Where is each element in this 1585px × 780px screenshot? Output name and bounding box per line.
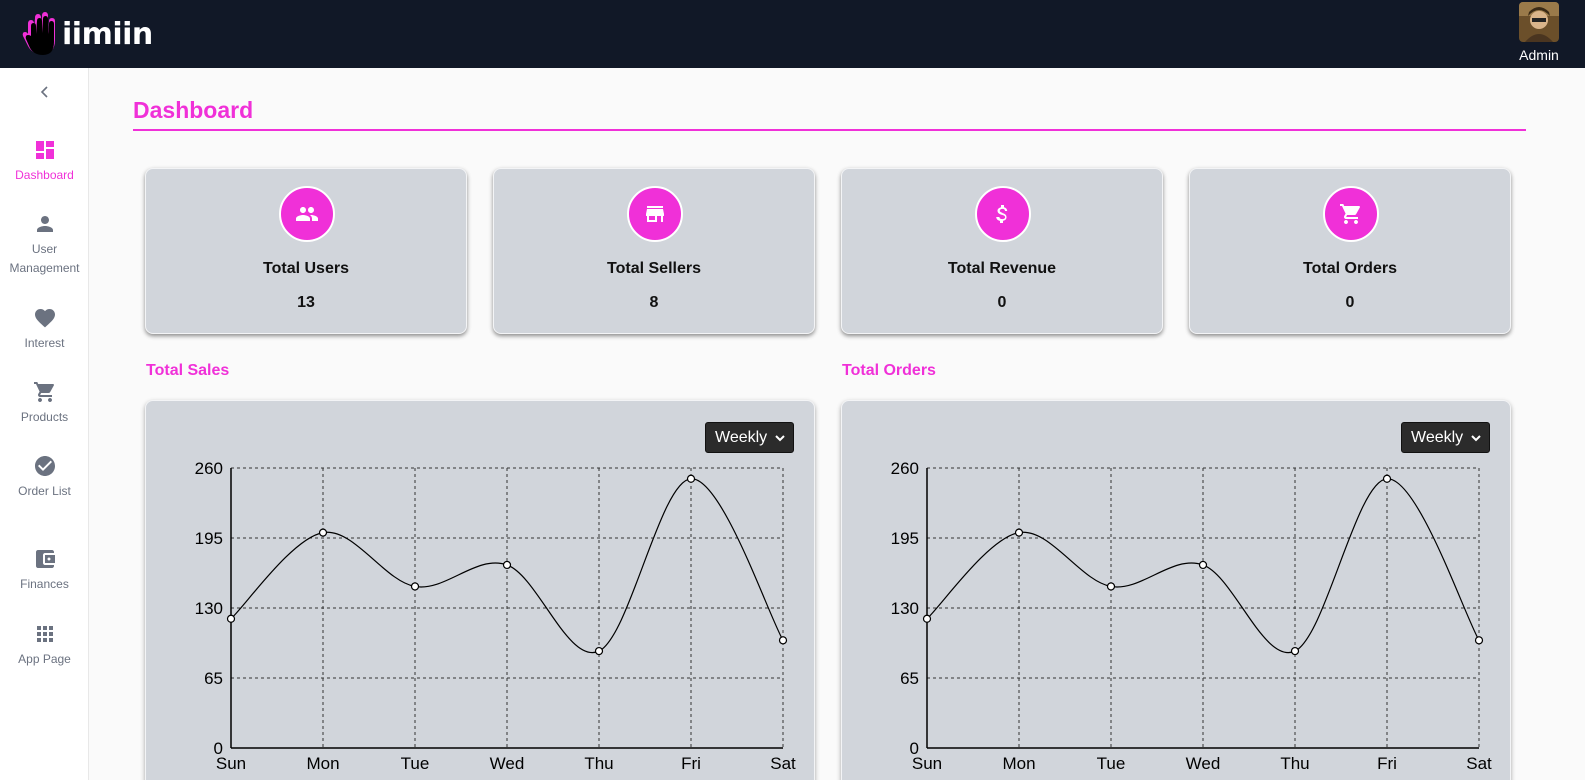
sidebar-item-products[interactable]: Products bbox=[0, 380, 89, 427]
stat-card-total-orders[interactable]: Total Orders 0 bbox=[1189, 168, 1511, 334]
sidebar-item-finances[interactable]: Finances bbox=[0, 547, 89, 594]
data-point bbox=[594, 646, 604, 656]
users-icon bbox=[296, 207, 318, 221]
y-tick-label: 130 bbox=[195, 599, 223, 618]
stat-label: Total Users bbox=[263, 260, 349, 277]
y-tick-label: 65 bbox=[204, 669, 223, 688]
sidebar-item-app-page[interactable]: App Page bbox=[0, 622, 89, 669]
sidebar-item-label: App Page bbox=[18, 652, 71, 666]
data-point bbox=[686, 474, 696, 483]
stat-icon-badge bbox=[627, 186, 683, 242]
page-title: Dashboard bbox=[133, 97, 254, 123]
y-tick-label: 195 bbox=[891, 529, 919, 548]
stat-label: Total Orders bbox=[1303, 260, 1397, 277]
orders-section-title: Total Orders bbox=[842, 362, 936, 379]
sidebar-item-user-management[interactable]: User Management bbox=[0, 212, 89, 278]
x-tick-label: Fri bbox=[1377, 754, 1397, 773]
brand-logo[interactable]: iimiin bbox=[22, 12, 153, 56]
x-tick-label: Tue bbox=[401, 754, 430, 773]
data-point bbox=[318, 528, 328, 537]
x-tick-label: Wed bbox=[1186, 754, 1221, 773]
stat-card-total-revenue[interactable]: Total Revenue 0 bbox=[841, 168, 1163, 334]
x-tick-label: Tue bbox=[1097, 754, 1126, 773]
sidebar-item-label: Dashboard bbox=[15, 168, 74, 182]
cart-icon bbox=[1340, 204, 1360, 224]
x-tick-label: Sun bbox=[912, 754, 942, 773]
heart-icon bbox=[34, 309, 55, 328]
stat-icon-badge bbox=[1323, 186, 1379, 242]
data-point bbox=[1106, 582, 1116, 591]
chevron-left-icon bbox=[40, 86, 48, 98]
check-circle-icon bbox=[34, 456, 55, 476]
data-point bbox=[1382, 474, 1392, 483]
data-point bbox=[1014, 528, 1024, 537]
x-tick-label: Sat bbox=[1466, 754, 1492, 773]
data-point bbox=[1474, 636, 1484, 645]
stat-card-total-sellers[interactable]: Total Sellers 8 bbox=[493, 168, 815, 334]
sales-line-chart: 065130195260Sun Mon Tue Wed Thu Fri Sat bbox=[195, 459, 796, 773]
dashboard-icon bbox=[35, 141, 54, 159]
sidebar-item-label: User Management bbox=[9, 242, 80, 275]
orders-chart-card: Weekly 0 65 130 195 260 Sun Mon Tue Wed Thu Fri Sat bbox=[841, 400, 1511, 780]
title-divider bbox=[133, 129, 1526, 131]
stat-icon-badge bbox=[975, 186, 1031, 242]
dollar-icon bbox=[996, 205, 1008, 223]
admin-profile[interactable]: Admin bbox=[1509, 2, 1569, 63]
data-point bbox=[922, 614, 932, 623]
brand-name: iimiin bbox=[62, 16, 153, 52]
sidebar-item-interest[interactable]: Interest bbox=[0, 306, 89, 353]
stat-value: 0 bbox=[997, 294, 1007, 311]
y-tick-label: 260 bbox=[195, 459, 223, 478]
data-point bbox=[410, 582, 420, 591]
sidebar: Dashboard User Management Interest Produ… bbox=[0, 68, 89, 780]
sales-chart-card: Weekly 0 65 130 195 260 Sun Mon Tue Wed Thu Fri Sat bbox=[145, 400, 815, 780]
sidebar-item-dashboard[interactable]: Dashboard bbox=[0, 138, 89, 185]
sidebar-item-label: Interest bbox=[24, 336, 65, 350]
data-point bbox=[778, 636, 788, 645]
stat-value: 0 bbox=[1345, 294, 1355, 311]
y-tick-label: 260 bbox=[891, 459, 919, 478]
data-point bbox=[502, 560, 512, 570]
grid-icon bbox=[36, 626, 53, 642]
stat-card-total-users[interactable]: Total Users 13 bbox=[145, 168, 467, 334]
sidebar-item-label: Order List bbox=[18, 484, 71, 498]
stat-label: Total Sellers bbox=[607, 260, 701, 277]
stat-icon-badge bbox=[279, 186, 335, 242]
wallet-icon bbox=[35, 550, 55, 568]
x-tick-label: Sun bbox=[216, 754, 246, 773]
avatar[interactable] bbox=[1519, 2, 1559, 42]
sidebar-item-label: Finances bbox=[20, 577, 69, 591]
stat-value: 8 bbox=[649, 294, 659, 311]
collapse-sidebar-button[interactable] bbox=[34, 81, 56, 103]
y-tick-label: 65 bbox=[900, 669, 919, 688]
cart-icon bbox=[33, 382, 54, 402]
orders-line-chart: 065130195260Sun Mon Tue Wed Thu Fri Sat bbox=[891, 459, 1492, 773]
x-tick-label: Thu bbox=[584, 754, 613, 773]
store-icon bbox=[646, 206, 664, 222]
stat-label: Total Revenue bbox=[947, 260, 1057, 277]
data-point bbox=[226, 614, 236, 623]
y-tick-label: 130 bbox=[891, 599, 919, 618]
sidebar-item-label: Products bbox=[20, 410, 69, 424]
data-point bbox=[1198, 560, 1208, 570]
x-tick-label: Fri bbox=[681, 754, 701, 773]
x-tick-label: Mon bbox=[306, 754, 339, 773]
admin-name: Admin bbox=[1519, 47, 1559, 63]
x-tick-label: Thu bbox=[1280, 754, 1309, 773]
x-tick-label: Sat bbox=[770, 754, 796, 773]
y-tick-label: 195 bbox=[195, 529, 223, 548]
x-tick-label: Mon bbox=[1002, 754, 1035, 773]
data-point bbox=[1290, 646, 1300, 656]
hand-logo-icon bbox=[22, 12, 55, 55]
sales-section-title: Total Sales bbox=[146, 362, 230, 379]
sidebar-item-order-list[interactable]: Order List bbox=[0, 454, 89, 501]
top-bar: iimiin Admin bbox=[0, 0, 1585, 68]
stat-value: 13 bbox=[297, 294, 315, 311]
x-tick-label: Wed bbox=[490, 754, 525, 773]
user-icon bbox=[36, 216, 53, 232]
